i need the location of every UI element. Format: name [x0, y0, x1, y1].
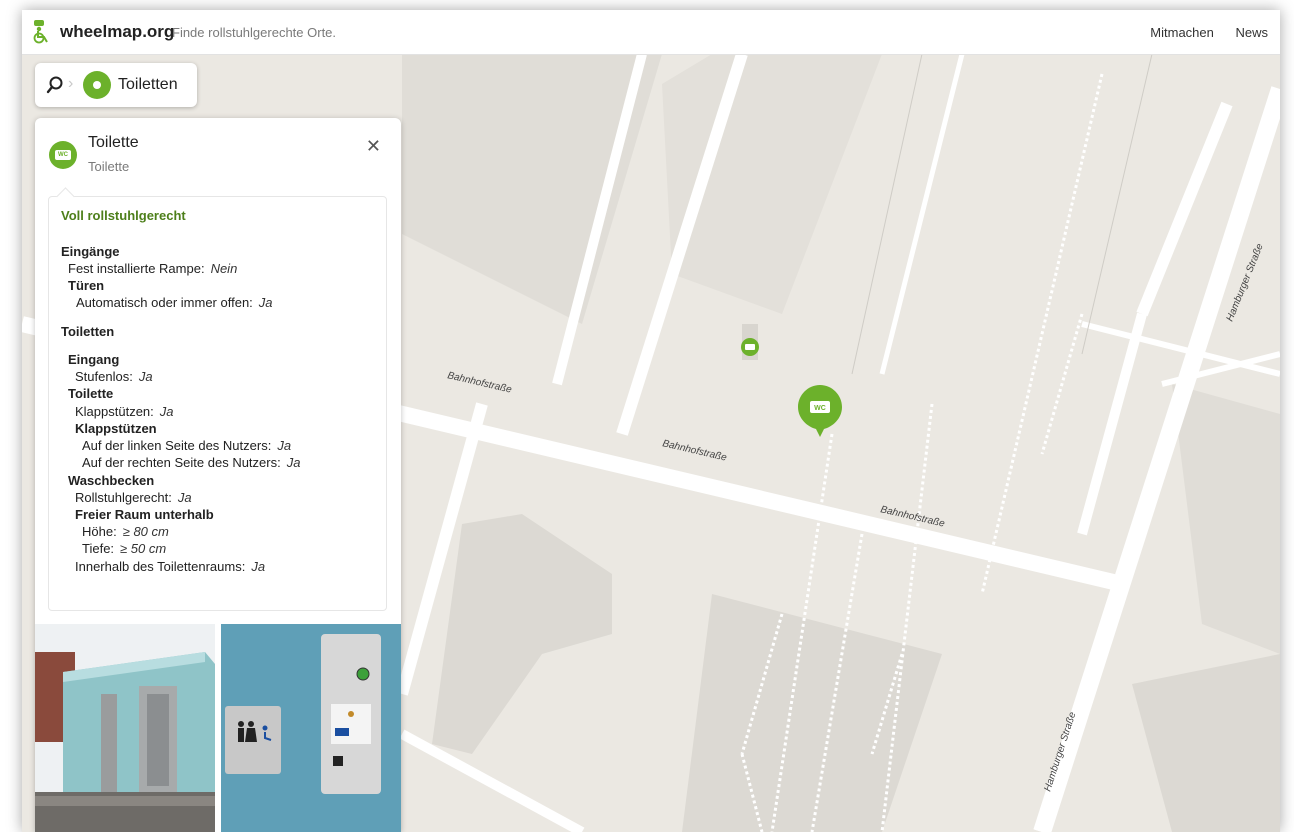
app-window: wheelmap.org Finde rollstuhlgerechte Ort…	[22, 10, 1280, 832]
tagline: Finde rollstuhlgerechte Orte.	[172, 25, 337, 40]
section-eingang: Eingang	[68, 352, 120, 367]
detail-line: Stufenlos: Ja	[75, 369, 153, 384]
top-bar: wheelmap.org Finde rollstuhlgerechte Ort…	[22, 10, 1280, 55]
section-klappstuetzen: Klappstützen	[75, 421, 157, 436]
section-toilette: Toilette	[68, 386, 114, 401]
section-eingaenge: Eingänge	[61, 244, 120, 259]
detail-line: Fest installierte Rampe: Nein	[68, 261, 238, 276]
logo-text[interactable]: wheelmap.org	[60, 22, 174, 42]
chevron-right-icon: ›	[68, 75, 74, 92]
search-toolbar: › Toiletten	[35, 63, 197, 107]
photo-signage[interactable]	[221, 624, 401, 832]
photo-toilet-building[interactable]	[35, 624, 215, 832]
section-tueren: Türen	[68, 278, 105, 293]
detail-line: Innerhalb des Toilettenraums: Ja	[75, 559, 266, 574]
nav-mitmachen[interactable]: Mitmachen	[1150, 25, 1214, 40]
wc-icon: WC	[49, 141, 77, 169]
detail-line: Tiefe: ≥ 50 cm	[82, 541, 167, 556]
wc-map-marker-small[interactable]	[740, 337, 760, 357]
accessibility-details: Voll rollstuhlgerecht Eingänge Fest inst…	[48, 196, 387, 611]
top-nav: Mitmachen News	[1132, 25, 1268, 40]
photo-gallery	[35, 624, 401, 832]
wc-map-marker-selected[interactable]: WC	[796, 383, 844, 441]
wheelmap-logo-icon[interactable]	[32, 20, 52, 44]
place-title: Toilette	[88, 134, 139, 151]
section-freier-raum: Freier Raum unterhalb	[75, 507, 214, 522]
section-waschbecken: Waschbecken	[68, 473, 155, 488]
place-detail-panel: WC Toilette Toilette ✕ Voll rollstuhlger…	[35, 118, 401, 832]
detail-line: Auf der linken Seite des Nutzers: Ja	[82, 438, 292, 453]
detail-line: Automatisch oder immer offen: Ja	[76, 295, 273, 310]
marker-label: WC	[814, 405, 826, 412]
detail-line: Auf der rechten Seite des Nutzers: Ja	[82, 455, 301, 470]
detail-line: Klappstützen: Ja	[75, 404, 174, 419]
section-toiletten: Toiletten	[61, 324, 115, 339]
accessibility-status: Voll rollstuhlgerecht	[61, 208, 186, 223]
nav-news[interactable]: News	[1235, 25, 1268, 40]
wc-icon-label: WC	[55, 150, 71, 160]
close-icon[interactable]: ✕	[366, 136, 381, 157]
search-icon[interactable]	[46, 76, 64, 94]
detail-line: Höhe: ≥ 80 cm	[82, 524, 169, 539]
toilet-category-icon[interactable]	[83, 71, 111, 99]
detail-line: Rollstuhlgerecht: Ja	[75, 490, 192, 505]
place-subtitle: Toilette	[88, 159, 130, 174]
category-label[interactable]: Toiletten	[118, 76, 178, 94]
